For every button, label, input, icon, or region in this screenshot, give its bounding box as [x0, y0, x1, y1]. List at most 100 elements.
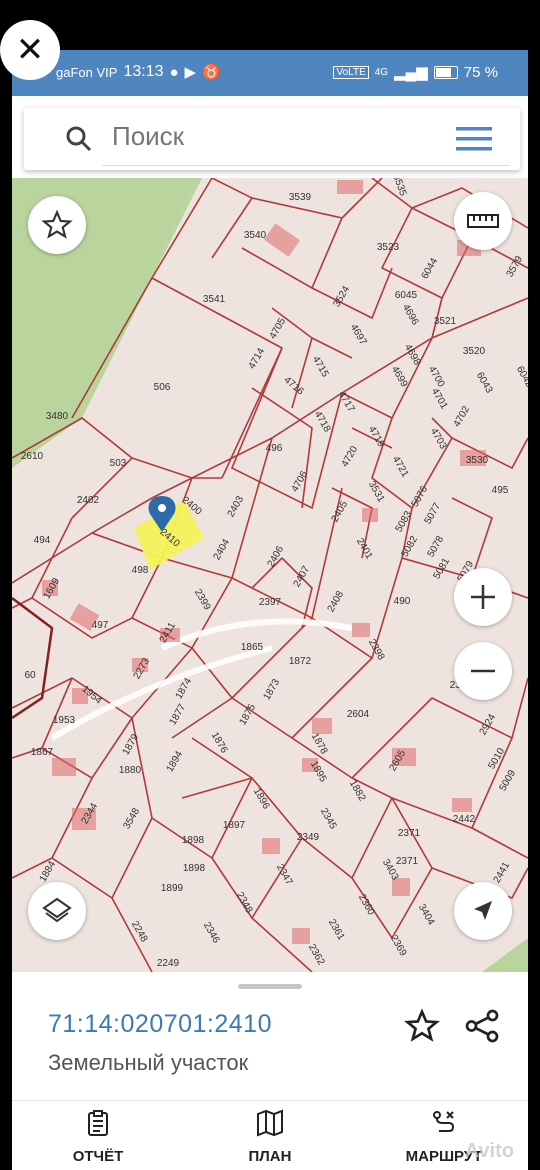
parcel-label: 1898 [183, 863, 206, 874]
parcel-label: 495 [492, 485, 509, 496]
favorite-star-icon[interactable] [404, 1008, 440, 1044]
parcel-label: 1867 [31, 747, 54, 758]
parcel-label: 2348 [234, 890, 255, 915]
parcel-label: 4720 [340, 444, 361, 469]
nav-plan-label: ПЛАН [248, 1148, 292, 1165]
parcel-label: 1897 [223, 820, 246, 831]
parcel-label: 2362 [306, 942, 327, 967]
parcel-label: 3548 [122, 806, 143, 831]
parcel-label: 1878 [309, 731, 330, 756]
parcel-label: 2347 [274, 862, 295, 887]
quarter-boundary [12, 597, 54, 720]
parcel-label: 2924 [478, 712, 499, 737]
minus-icon [471, 669, 495, 673]
parcel-label: 1884 [38, 859, 59, 884]
zoom-in-button[interactable] [454, 568, 512, 626]
parcel-label: 4715 [310, 354, 331, 379]
parcel-label: 1899 [161, 883, 184, 894]
parcel-label: 1882 [347, 778, 368, 803]
parcel-label: 2344 [80, 801, 101, 826]
parcel-label: 2404 [212, 537, 233, 562]
parcel-label: 2402 [77, 495, 100, 506]
parcel-label: 4696 [400, 302, 421, 327]
search-bar [24, 108, 520, 170]
parcel-label: 4716 [282, 375, 306, 398]
parcel-label: 4701 [429, 386, 450, 411]
parcel-label: 3535 [390, 178, 408, 198]
parcel-label: 496 [266, 443, 283, 454]
ruler-button[interactable] [454, 192, 512, 250]
layers-icon [42, 897, 72, 923]
parcel-label: 2401 [354, 536, 375, 561]
status-bar: gaFon VIP 13:13 ● ▶ ♉ VoLTE 4G ▂▄▆ 75 % [12, 50, 528, 96]
parcel-label: 4702 [452, 404, 473, 429]
parcel-info-panel[interactable]: 71:14:020701:2410 Земельный участок [12, 972, 528, 1100]
youtube-icon: ▶ [184, 64, 197, 81]
parcel-label: 1880 [119, 765, 142, 776]
parcel-label: 2345 [318, 806, 339, 831]
parcel-label: 3530 [466, 455, 489, 466]
parcel-label: 3539 [289, 192, 312, 203]
parcel-label: 1894 [165, 749, 186, 774]
nav-plan[interactable]: ПЛАН [200, 1109, 340, 1165]
roads [50, 618, 353, 741]
plus-icon [471, 585, 495, 609]
battery-icon [433, 65, 458, 79]
parcel-label: 4721 [390, 454, 411, 479]
parcel-label: 60 [24, 670, 36, 681]
parcel-label: 494 [34, 535, 51, 546]
parcel-label: 2442 [453, 814, 476, 825]
app-screen: gaFon VIP 13:13 ● ▶ ♉ VoLTE 4G ▂▄▆ 75 % [12, 50, 528, 1170]
parcel-label: 497 [92, 620, 109, 631]
parcel-label: 1609 [42, 576, 63, 601]
search-icon[interactable] [64, 124, 94, 154]
parcel-label: 2360 [356, 892, 377, 917]
favorite-map-button[interactable] [28, 196, 86, 254]
parcel-label: 2371 [398, 828, 421, 839]
parcel-label: 3531 [366, 479, 387, 504]
close-button[interactable]: ✕ [0, 20, 60, 80]
parcel-label: 1865 [241, 642, 264, 653]
zoom-out-button[interactable] [454, 642, 512, 700]
my-location-button[interactable] [454, 882, 512, 940]
parcel-label: 4700 [426, 364, 447, 389]
parcel-label: 2403 [226, 494, 247, 519]
parcel-label: 2248 [129, 919, 150, 944]
parcel-label: 1877 [168, 702, 189, 727]
parcel-label: 2405 [330, 499, 351, 524]
parcel-label: 3480 [46, 411, 69, 422]
signal-icon: ▂▄▆ [394, 64, 428, 81]
parcel-label: 3540 [244, 230, 267, 241]
cadastral-map[interactable]: 3539 3535 3540 3523 3541 3524 6044 6045 3579 4705… [12, 178, 528, 972]
parcel-label: 2406 [266, 544, 287, 569]
layers-button[interactable] [28, 882, 86, 940]
share-icon[interactable] [464, 1008, 500, 1044]
nav-report[interactable]: ОТЧЁТ [28, 1109, 168, 1165]
parcel-label: 6042 [514, 364, 528, 389]
parcel-label: 4705 [268, 316, 289, 341]
parcel-label: 1953 [53, 715, 76, 726]
search-underline [102, 165, 510, 166]
search-input[interactable] [110, 120, 434, 153]
parcel-label: 4718 [312, 409, 333, 434]
volte-icon: VoLTE [333, 65, 369, 79]
route-icon [433, 1111, 455, 1132]
battery-percent: 75 % [463, 63, 498, 81]
parcel-label: 1875 [238, 702, 259, 727]
parcel-label: 498 [132, 565, 149, 576]
parcel-label: 3524 [332, 284, 353, 309]
navigation-arrow-icon [474, 901, 492, 920]
status-left: gaFon VIP 13:13 ● ▶ ♉ [56, 63, 221, 81]
nav-report-label: ОТЧЁТ [72, 1148, 124, 1165]
parcel-label: 5077 [423, 501, 444, 526]
parcel-label: 3541 [203, 294, 226, 305]
parcel-label: 2398 [366, 637, 387, 662]
parcel-label: 2369 [388, 933, 409, 958]
parcel-label: 2349 [297, 832, 320, 843]
parcel-label: 6045 [395, 290, 418, 301]
menu-icon[interactable] [456, 126, 492, 152]
parcel-label: 2441 [492, 860, 513, 885]
parcel-label: 3523 [377, 242, 400, 253]
map-canvas[interactable]: 35393535354035233541 35246044604535794705… [12, 178, 528, 972]
drag-handle[interactable] [238, 984, 302, 989]
